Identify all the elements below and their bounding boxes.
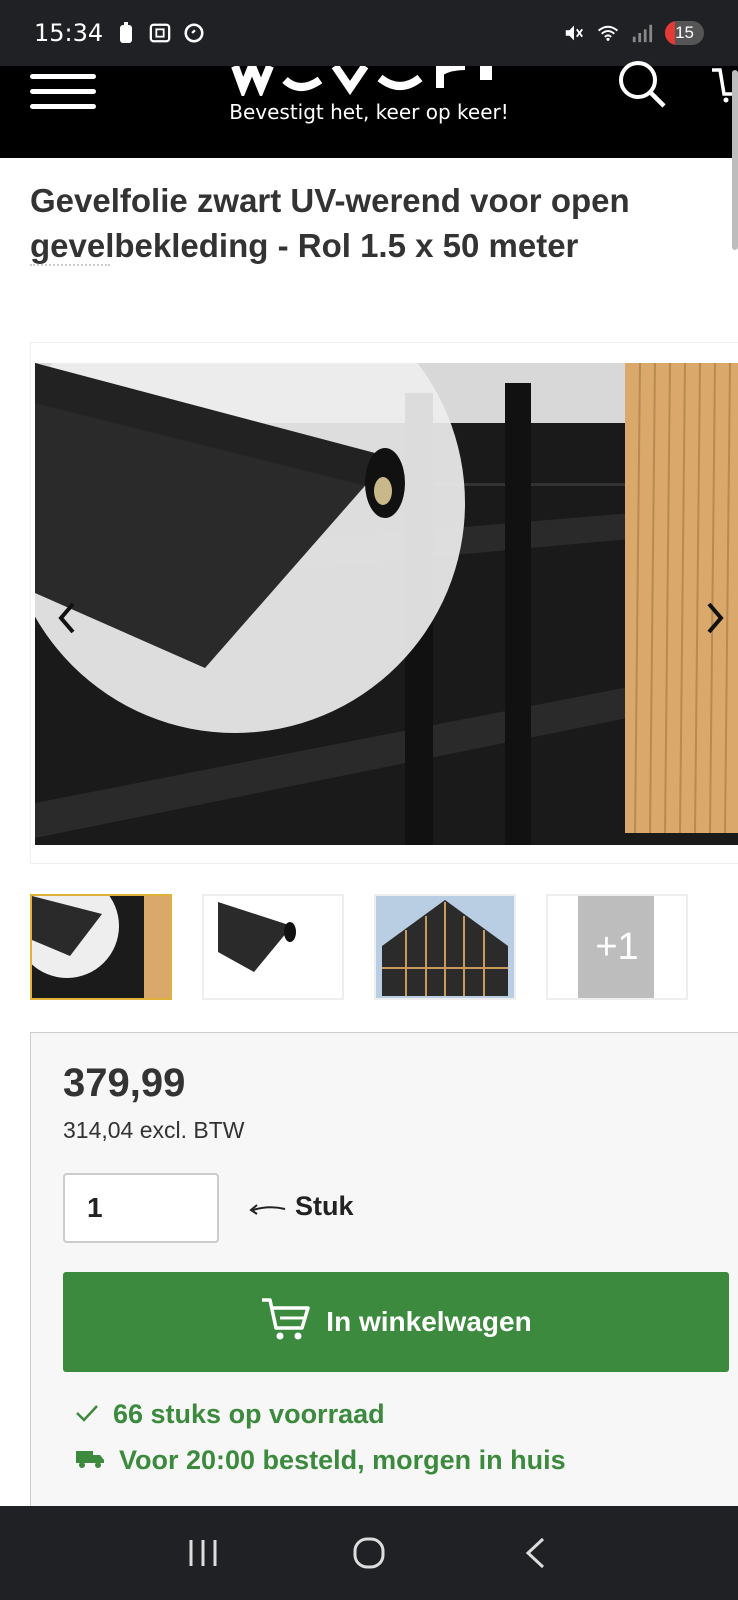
delivery-info: Voor 20:00 besteld, morgen in huis <box>75 1445 566 1476</box>
thumbnail-3[interactable] <box>374 894 516 1000</box>
price: 379,99 <box>63 1061 186 1105</box>
system-navigation-bar <box>0 1506 738 1600</box>
buy-box: 379,99 314,04 excl. BTW 1 Stuk In winkel… <box>30 1032 738 1512</box>
mute-icon <box>563 22 585 44</box>
sync-icon <box>183 22 205 44</box>
arrow-left-icon <box>249 1191 287 1222</box>
product-title: Gevelfolie zwart UV-werend voor open gev… <box>30 182 630 264</box>
thumbnail-4[interactable]: +1 <box>546 894 688 1000</box>
site-header: Bevestigt het, keer op keer! <box>0 61 738 158</box>
check-icon <box>75 1399 99 1430</box>
more-images-count: +1 <box>548 896 686 998</box>
stock-text: 66 stuks op voorraad <box>113 1399 385 1429</box>
delivery-text: Voor 20:00 besteld, morgen in huis <box>119 1445 566 1475</box>
quantity-input[interactable]: 1 <box>63 1173 219 1243</box>
add-to-cart-button[interactable]: In winkelwagen <box>63 1272 729 1372</box>
unit-label: Stuk <box>249 1191 354 1222</box>
notification-icon <box>115 22 137 44</box>
recent-apps-button[interactable] <box>173 1523 233 1583</box>
page-scrollbar[interactable] <box>732 70 738 250</box>
signal-icon <box>631 22 653 44</box>
gallery-next-button[interactable] <box>695 593 735 643</box>
thumbnail-strip: +1 <box>30 894 730 1002</box>
thumbnail-2[interactable] <box>202 894 344 1000</box>
product-main-image[interactable] <box>35 363 738 845</box>
cart-icon <box>260 1296 311 1349</box>
status-bar: 15:34 15 <box>0 0 738 66</box>
gallery-prev-button[interactable] <box>47 593 87 643</box>
search-icon[interactable] <box>614 60 670 116</box>
stock-status: 66 stuks op voorraad <box>75 1399 385 1430</box>
thumbnail-1[interactable] <box>30 894 172 1000</box>
title-divider <box>30 264 110 266</box>
battery-indicator: 15 <box>665 21 704 45</box>
screenshot-icon <box>149 22 171 44</box>
unit-text: Stuk <box>295 1191 354 1221</box>
add-to-cart-label: In winkelwagen <box>326 1306 532 1337</box>
status-time: 15:34 <box>34 19 104 47</box>
truck-icon <box>75 1445 105 1476</box>
price-excl-vat: 314,04 excl. BTW <box>63 1117 245 1143</box>
home-button[interactable] <box>339 1523 399 1583</box>
product-gallery <box>30 342 738 864</box>
wifi-icon <box>597 22 619 44</box>
back-button[interactable] <box>505 1523 565 1583</box>
